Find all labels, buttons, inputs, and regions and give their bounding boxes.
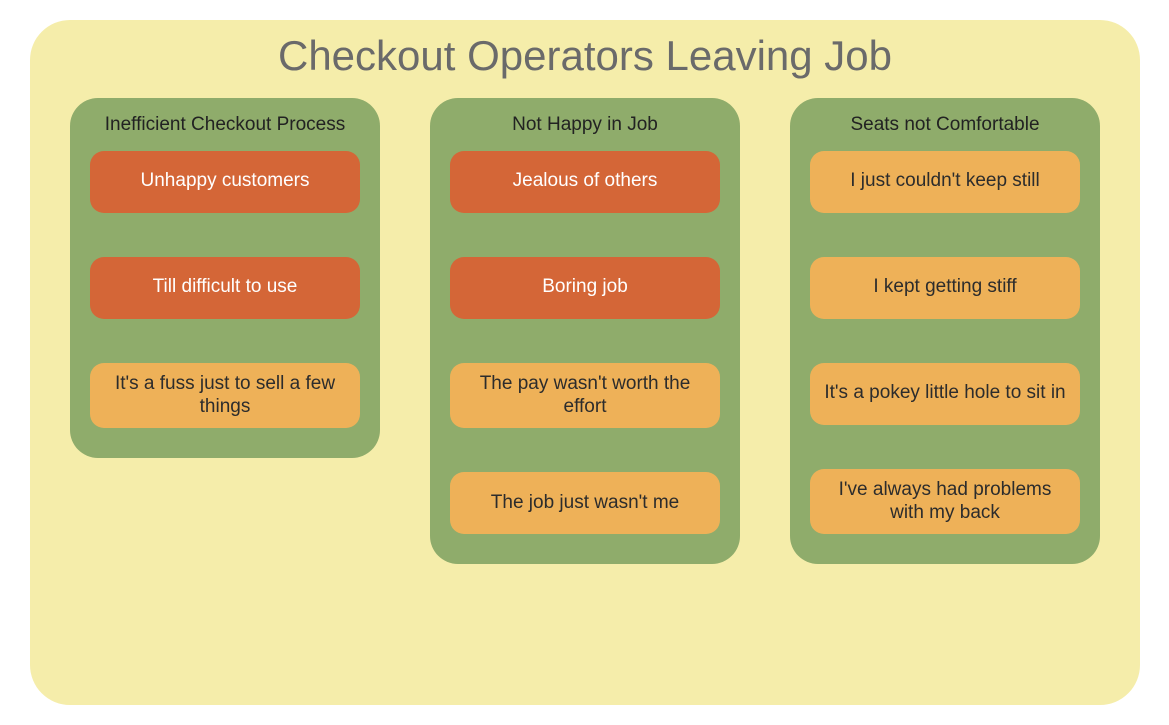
affinity-card: I kept getting stiff [810,257,1080,319]
card-text: It's a fuss just to sell a few things [104,373,346,419]
column-header: Inefficient Checkout Process [90,108,360,151]
card-text: I've always had problems with my back [824,479,1066,525]
affinity-card: Unhappy customers [90,151,360,213]
column-header: Seats not Comfortable [810,108,1080,151]
card-text: I kept getting stiff [873,276,1016,299]
card-text: The job just wasn't me [491,492,679,515]
card-text: Unhappy customers [141,170,310,193]
card-text: The pay wasn't worth the effort [464,373,706,419]
column-inefficient-checkout: Inefficient Checkout Process Unhappy cus… [70,98,380,458]
affinity-card: Jealous of others [450,151,720,213]
card-text: I just couldn't keep still [850,170,1040,193]
column-seats-not-comfortable: Seats not Comfortable I just couldn't ke… [790,98,1100,564]
diagram-canvas: Checkout Operators Leaving Job Inefficie… [30,20,1140,705]
affinity-card: It's a fuss just to sell a few things [90,363,360,429]
affinity-card: I just couldn't keep still [810,151,1080,213]
card-text: It's a pokey little hole to sit in [824,382,1065,405]
affinity-card: I've always had problems with my back [810,469,1080,535]
affinity-card: The pay wasn't worth the effort [450,363,720,429]
affinity-card: The job just wasn't me [450,472,720,534]
affinity-card: Till difficult to use [90,257,360,319]
column-header: Not Happy in Job [450,108,720,151]
diagram-title: Checkout Operators Leaving Job [70,20,1100,98]
column-not-happy: Not Happy in Job Jealous of others Borin… [430,98,740,564]
card-text: Jealous of others [513,170,658,193]
card-text: Till difficult to use [153,276,298,299]
affinity-card: Boring job [450,257,720,319]
card-text: Boring job [542,276,628,299]
affinity-card: It's a pokey little hole to sit in [810,363,1080,425]
columns-container: Inefficient Checkout Process Unhappy cus… [70,98,1100,564]
